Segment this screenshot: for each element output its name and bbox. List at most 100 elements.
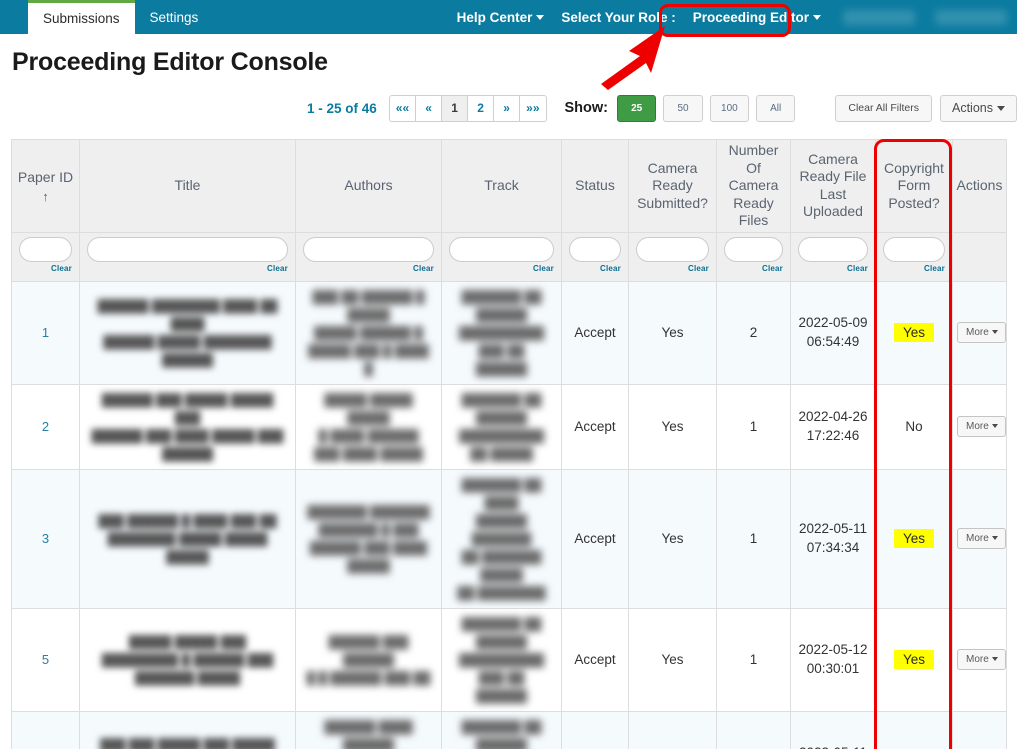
pagination-prev[interactable]: «: [415, 95, 441, 122]
last-uploaded-time: 00:30:01: [795, 660, 871, 678]
table-row[interactable]: 2██████ ███ █████ █████ ███ ██████ ███ █…: [12, 384, 1007, 469]
cell-title[interactable]: ██████ ███ █████ █████ ███ ██████ ███ ██…: [80, 384, 296, 469]
page-size-50[interactable]: 50: [663, 95, 702, 122]
filter-clear-status[interactable]: Clear: [569, 264, 621, 273]
filter-clear-authors[interactable]: Clear: [303, 264, 434, 273]
cell-authors: ███ ██ ██████ █ █████ █████ ██████ █ ███…: [296, 281, 442, 384]
chevron-down-icon: [813, 15, 821, 20]
cell-title[interactable]: ███ ██████ █ ████ ███ ██ ████████ █████ …: [80, 469, 296, 608]
last-uploaded-date: 2022-05-11: [795, 520, 871, 538]
filter-clear-track[interactable]: Clear: [449, 264, 554, 273]
cell-actions: More: [953, 469, 1007, 608]
role-selector-menu[interactable]: Proceeding Editor: [683, 10, 833, 25]
filter-input-authors[interactable]: [303, 237, 434, 262]
filter-clear-copyright-form-posted[interactable]: Clear: [883, 264, 945, 273]
filter-cell-camera-ready-submitted: Clear: [629, 232, 717, 281]
filter-clear-number-of-camera-ready-files[interactable]: Clear: [724, 264, 783, 273]
pagination-page-2[interactable]: 2: [467, 95, 493, 122]
table-toolbar: 1 - 25 of 46 «« « 1 2 » »» Show: 25 50 1…: [0, 88, 1017, 128]
nav-redacted-item-1[interactable]: [843, 10, 915, 25]
role-selector-label: Proceeding Editor: [693, 10, 809, 25]
cell-title[interactable]: ██████ ████████ ████ ██ ████ ██████ ████…: [80, 281, 296, 384]
column-header-status[interactable]: Status: [562, 140, 629, 233]
filter-input-number-of-camera-ready-files[interactable]: [724, 237, 783, 262]
filter-cell-copyright-form-posted: Clear: [876, 232, 953, 281]
table-row[interactable]: 3███ ██████ █ ████ ███ ██ ████████ █████…: [12, 469, 1007, 608]
filter-input-track[interactable]: [449, 237, 554, 262]
cell-camera-ready-file-last-uploaded: 2022-05-1122:43:23: [791, 711, 876, 749]
table-row[interactable]: 13███ ███ █████ ███ █████ █████████ ████…: [12, 711, 1007, 749]
tab-submissions[interactable]: Submissions: [28, 0, 135, 34]
cell-camera-ready-file-last-uploaded: 2022-04-2617:22:46: [791, 384, 876, 469]
more-actions-button[interactable]: More: [957, 528, 1006, 549]
cell-paper-id[interactable]: 1: [12, 281, 80, 384]
column-header-paper-id[interactable]: Paper ID ↑: [12, 140, 80, 233]
column-header-track[interactable]: Track: [442, 140, 562, 233]
column-label: Paper ID: [18, 169, 73, 185]
actions-dropdown-button[interactable]: Actions: [940, 95, 1017, 122]
cell-track: ███████ ██ ██████ ██████████ ███ ██ ████…: [442, 281, 562, 384]
filter-input-status[interactable]: [569, 237, 621, 262]
copyright-posted-highlight: Yes: [894, 650, 934, 669]
cell-copyright-form-posted: Yes: [876, 469, 953, 608]
pagination-last[interactable]: »»: [519, 95, 546, 122]
cell-paper-id[interactable]: 5: [12, 608, 80, 711]
more-actions-label: More: [966, 533, 989, 544]
page-size-100[interactable]: 100: [710, 95, 749, 122]
clear-all-filters-button[interactable]: Clear All Filters: [835, 95, 932, 122]
cell-paper-id[interactable]: 2: [12, 384, 80, 469]
page-size-all[interactable]: All: [756, 95, 795, 122]
more-actions-button[interactable]: More: [957, 322, 1006, 343]
filter-clear-camera-ready-submitted[interactable]: Clear: [636, 264, 709, 273]
pagination-page-1[interactable]: 1: [441, 95, 467, 122]
last-uploaded-time: 07:34:34: [795, 539, 871, 557]
filter-cell-actions: [953, 232, 1007, 281]
chevron-down-icon: [992, 330, 998, 334]
more-actions-button[interactable]: More: [957, 416, 1006, 437]
help-center-menu[interactable]: Help Center: [450, 10, 552, 25]
filter-clear-camera-ready-file-last-uploaded[interactable]: Clear: [798, 264, 868, 273]
filter-input-copyright-form-posted[interactable]: [883, 237, 945, 262]
last-uploaded-date: 2022-05-09: [795, 314, 871, 332]
column-header-number-of-camera-ready-files[interactable]: Number Of Camera Ready Files: [717, 140, 791, 233]
filter-cell-number-of-camera-ready-files: Clear: [717, 232, 791, 281]
cell-number-of-camera-ready-files: 1: [717, 469, 791, 608]
filter-input-title[interactable]: [87, 237, 288, 262]
cell-paper-id[interactable]: 3: [12, 469, 80, 608]
cell-actions: More: [953, 281, 1007, 384]
table-row[interactable]: 5█████ █████ ███ █████████ █ ██████ ███ …: [12, 608, 1007, 711]
tab-settings[interactable]: Settings: [135, 0, 214, 34]
filter-clear-title[interactable]: Clear: [87, 264, 288, 273]
cell-camera-ready-file-last-uploaded: 2022-05-1107:34:34: [791, 469, 876, 608]
pagination-first[interactable]: ««: [389, 95, 415, 122]
pagination-next[interactable]: »: [493, 95, 519, 122]
cell-status: Accept: [562, 384, 629, 469]
more-actions-button[interactable]: More: [957, 649, 1006, 670]
pagination-control: «« « 1 2 » »»: [389, 95, 547, 122]
cell-title[interactable]: ███ ███ █████ ███ █████ █████████ █████ …: [80, 711, 296, 749]
table-row[interactable]: 1██████ ████████ ████ ██ ████ ██████ ███…: [12, 281, 1007, 384]
select-role-label: Select Your Role :: [551, 10, 682, 25]
filter-input-camera-ready-submitted[interactable]: [636, 237, 709, 262]
column-header-authors[interactable]: Authors: [296, 140, 442, 233]
chevron-down-icon: [992, 536, 998, 540]
filter-input-camera-ready-file-last-uploaded[interactable]: [798, 237, 868, 262]
cell-copyright-form-posted: Yes: [876, 608, 953, 711]
submissions-table: Paper ID ↑ Title Authors Track Status Ca…: [11, 139, 1007, 749]
cell-track: ███████ ██ ██████ ██████████ ███ ██ ████…: [442, 711, 562, 749]
cell-camera-ready-file-last-uploaded: 2022-05-0906:54:49: [791, 281, 876, 384]
filter-input-paper-id[interactable]: [19, 237, 72, 262]
column-header-camera-ready-file-last-uploaded[interactable]: Camera Ready File Last Uploaded: [791, 140, 876, 233]
column-header-copyright-form-posted[interactable]: Copyright Form Posted?: [876, 140, 953, 233]
cell-status: Accept: [562, 469, 629, 608]
column-header-camera-ready-submitted[interactable]: Camera Ready Submitted?: [629, 140, 717, 233]
cell-authors: ██████ ████ ██████ ██ █████ ███ ███████ …: [296, 711, 442, 749]
nav-redacted-item-2[interactable]: [935, 10, 1007, 25]
cell-paper-id[interactable]: 13: [12, 711, 80, 749]
cell-title[interactable]: █████ █████ ███ █████████ █ ██████ ███ █…: [80, 608, 296, 711]
chevron-down-icon: [992, 657, 998, 661]
table-header: Paper ID ↑ Title Authors Track Status Ca…: [12, 140, 1007, 282]
column-header-title[interactable]: Title: [80, 140, 296, 233]
page-size-25[interactable]: 25: [617, 95, 656, 122]
filter-clear-paper-id[interactable]: Clear: [19, 264, 72, 273]
